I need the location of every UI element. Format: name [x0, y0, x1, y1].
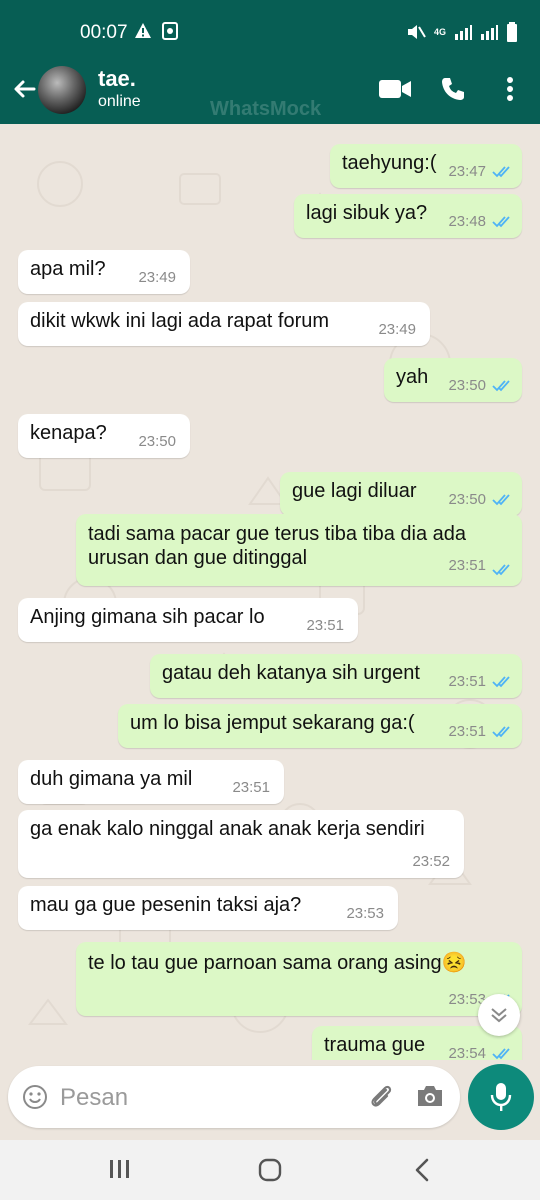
- network-type: 4G: [433, 27, 446, 37]
- message-time: 23:54: [448, 1045, 486, 1060]
- contact-status: online: [98, 93, 141, 110]
- read-ticks-icon: [492, 216, 510, 228]
- read-ticks-icon: [492, 726, 510, 738]
- message-bubble[interactable]: apa mil? 23:49: [18, 250, 190, 294]
- system-nav-bar: [0, 1140, 540, 1200]
- message-text: ga enak kalo ninggal anak anak kerja sen…: [30, 818, 425, 840]
- watermark: WhatsMock: [210, 98, 322, 120]
- message-text: yah: [396, 366, 429, 388]
- message-time: 23:52: [412, 853, 450, 870]
- emoji-icon[interactable]: [22, 1084, 48, 1110]
- message-bubble[interactable]: dikit wkwk ini lagi ada rapat forum 23:4…: [18, 302, 430, 346]
- home-icon[interactable]: [258, 1158, 282, 1182]
- video-call-icon[interactable]: [378, 78, 412, 100]
- battery-icon: [507, 22, 517, 42]
- message-time: 23:51: [232, 779, 270, 796]
- message-text: lagi sibuk ya?: [306, 202, 428, 224]
- message-text: Anjing gimana sih pacar lo: [30, 606, 265, 628]
- message-text: dikit wkwk ini lagi ada rapat forum: [30, 310, 330, 332]
- message-bubble[interactable]: lagi sibuk ya? 23:48: [294, 194, 522, 238]
- message-bubble[interactable]: duh gimana ya mil 23:51: [18, 760, 284, 804]
- contact-name[interactable]: tae.: [98, 66, 136, 92]
- message-bubble[interactable]: gue lagi diluar 23:50: [280, 472, 522, 516]
- mic-button[interactable]: [468, 1064, 534, 1130]
- scroll-down-button[interactable]: [478, 994, 520, 1036]
- message-bubble[interactable]: te lo tau gue parnoan sama orang asing😣 …: [76, 942, 522, 1016]
- chat-area[interactable]: taehyung:( 23:47 lagi sibuk ya? 23:48 ap…: [0, 124, 540, 1060]
- message-time: 23:51: [448, 557, 486, 574]
- message-text: te lo tau gue parnoan sama orang asing😣: [88, 952, 467, 974]
- message-bubble[interactable]: yah 23:50: [384, 358, 522, 402]
- message-text: taehyung:(: [342, 152, 437, 174]
- warning-icon: [135, 23, 151, 38]
- message-input-bar[interactable]: Pesan: [8, 1066, 460, 1128]
- message-time: 23:49: [138, 269, 176, 286]
- read-ticks-icon: [492, 166, 510, 178]
- message-bubble[interactable]: tadi sama pacar gue terus tiba tiba dia …: [76, 514, 522, 586]
- message-time: 23:50: [138, 433, 176, 450]
- signal-icon-2: [481, 25, 498, 40]
- message-time: 23:53: [346, 905, 384, 922]
- message-time: 23:49: [378, 321, 416, 338]
- message-text: mau ga gue pesenin taksi aja?: [30, 894, 302, 916]
- recent-apps-icon[interactable]: [108, 1158, 132, 1180]
- read-ticks-icon: [492, 564, 510, 576]
- message-text: trauma gue: [324, 1034, 426, 1056]
- message-text: kenapa?: [30, 422, 107, 444]
- media-icon: [162, 22, 178, 40]
- phone-icon[interactable]: [440, 76, 466, 102]
- signal-icon: [455, 25, 472, 40]
- read-ticks-icon: [492, 494, 510, 506]
- message-bubble[interactable]: gatau deh katanya sih urgent 23:51: [150, 654, 522, 698]
- attach-icon[interactable]: [366, 1082, 396, 1112]
- message-time: 23:50: [448, 377, 486, 394]
- more-vert-icon[interactable]: [506, 76, 514, 102]
- message-bubble[interactable]: Anjing gimana sih pacar lo 23:51: [18, 598, 358, 642]
- mute-icon: [407, 25, 426, 39]
- back-arrow-icon[interactable]: [10, 76, 38, 104]
- message-text: gatau deh katanya sih urgent: [162, 662, 420, 684]
- message-text: duh gimana ya mil: [30, 768, 193, 790]
- message-time: 23:51: [448, 723, 486, 740]
- message-time: 23:51: [448, 673, 486, 690]
- message-input[interactable]: Pesan: [60, 1084, 128, 1112]
- message-bubble[interactable]: kenapa? 23:50: [18, 414, 190, 458]
- chevron-down-icon: [491, 1008, 507, 1023]
- message-time: 23:50: [448, 491, 486, 508]
- message-time: 23:48: [448, 213, 486, 230]
- status-time: 00:07: [80, 22, 128, 43]
- back-nav-icon[interactable]: [412, 1157, 432, 1183]
- read-ticks-icon: [492, 380, 510, 392]
- mic-icon: [490, 1083, 512, 1111]
- message-time: 23:51: [306, 617, 344, 634]
- avatar[interactable]: [38, 66, 86, 114]
- chat-header: tae. online WhatsMock: [0, 64, 540, 124]
- status-bar: 00:07 4G: [0, 0, 540, 64]
- read-ticks-icon: [492, 676, 510, 688]
- read-ticks-icon: [492, 1048, 510, 1060]
- message-text: um lo bisa jemput sekarang ga:(: [130, 712, 415, 734]
- message-text: tadi sama pacar gue terus tiba tiba dia …: [88, 523, 467, 569]
- camera-icon[interactable]: [416, 1084, 444, 1108]
- message-bubble[interactable]: um lo bisa jemput sekarang ga:( 23:51: [118, 704, 522, 748]
- message-text: apa mil?: [30, 258, 106, 280]
- message-text: gue lagi diluar: [292, 480, 417, 502]
- message-time: 23:47: [448, 163, 486, 180]
- message-bubble[interactable]: ga enak kalo ninggal anak anak kerja sen…: [18, 810, 464, 878]
- message-bubble[interactable]: mau ga gue pesenin taksi aja? 23:53: [18, 886, 398, 930]
- message-bubble[interactable]: taehyung:( 23:47: [330, 144, 522, 188]
